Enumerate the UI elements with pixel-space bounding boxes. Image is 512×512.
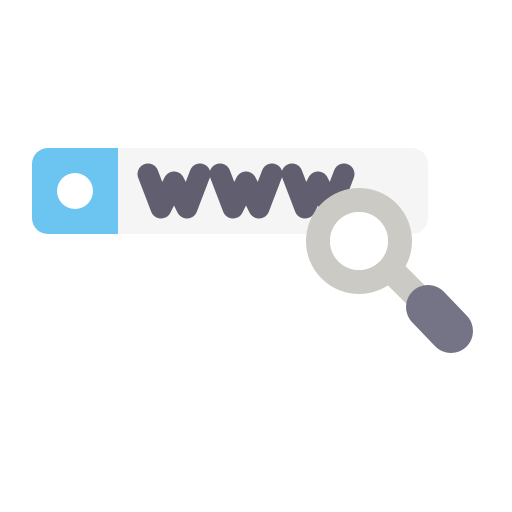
magnifier-handle — [406, 285, 473, 353]
www-letter-2 — [209, 163, 283, 219]
www-letter-1 — [137, 163, 211, 219]
www-text — [137, 163, 355, 219]
magnifier-lens — [330, 212, 388, 270]
illustration-canvas — [0, 0, 512, 512]
web-search-illustration — [32, 148, 473, 353]
globe-dot-icon — [57, 173, 93, 209]
